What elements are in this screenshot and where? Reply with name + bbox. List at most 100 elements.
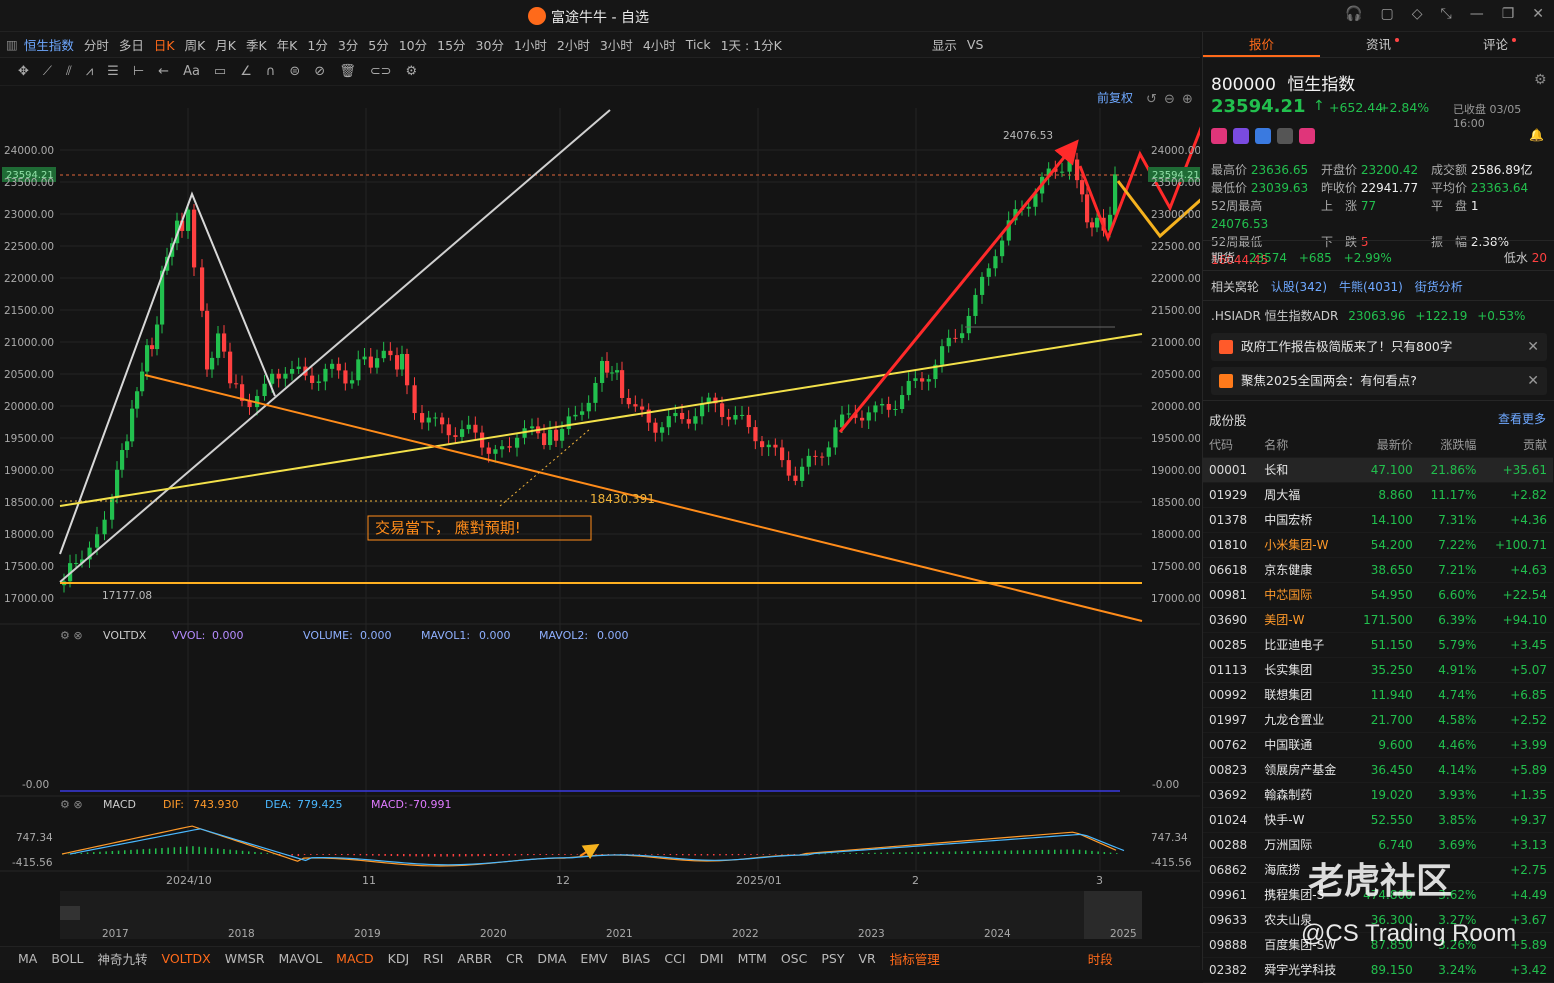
text-tool-icon[interactable]: Aa	[183, 64, 200, 79]
indicator-arbr[interactable]: ARBR	[457, 951, 492, 966]
news-banner-2[interactable]: 聚焦2025全国两会：有何看点? ✕	[1211, 367, 1547, 395]
range-tool-icon[interactable]: ⊢	[133, 64, 144, 79]
period-0[interactable]: 分时	[84, 35, 109, 54]
period-2[interactable]: 日K	[154, 35, 175, 54]
comment-tool-icon[interactable]: ▭	[214, 64, 226, 79]
futures-row[interactable]: 期货 23574 +685 +2.99% 低水 20	[1211, 249, 1551, 266]
indicator-mtm[interactable]: MTM	[738, 951, 767, 966]
mini-navigator[interactable]	[60, 891, 1142, 939]
close-icon[interactable]: ✕	[1527, 333, 1539, 361]
lightning-icon[interactable]	[1233, 128, 1249, 144]
magnet-icon[interactable]: ∩	[266, 64, 276, 79]
macd-settings-icon[interactable]: ⚙ ⊗	[60, 798, 83, 811]
indicator-cci[interactable]: CCI	[664, 951, 685, 966]
ruler-icon[interactable]: ∠	[240, 64, 252, 79]
indicator-macd[interactable]: MACD	[336, 951, 373, 966]
table-row[interactable]: 01113 长实集团 35.250 4.91% +5.07	[1203, 657, 1553, 683]
table-row[interactable]: 01929 周大福 8.860 11.17% +2.82	[1203, 482, 1553, 508]
col-contrib[interactable]: 贡献	[1482, 432, 1553, 458]
close-icon[interactable]: ✕	[1527, 367, 1539, 395]
sync-icon[interactable]: ⊜	[289, 64, 300, 79]
trash-icon[interactable]: 🗑	[339, 64, 356, 79]
flag-icon[interactable]	[1211, 128, 1227, 144]
period-9[interactable]: 5分	[368, 35, 388, 54]
indicator-osc[interactable]: OSC	[781, 951, 808, 966]
close-button[interactable]: ✕	[1532, 6, 1544, 22]
restore-label[interactable]: 前复权	[1097, 90, 1133, 105]
indicator-dmi[interactable]: DMI	[700, 951, 724, 966]
indicator-psy[interactable]: PSY	[821, 951, 844, 966]
minimize-button[interactable]: —	[1470, 6, 1484, 22]
period-5[interactable]: 季K	[246, 35, 267, 54]
fib-tool-icon[interactable]: ☰	[107, 64, 119, 79]
period-13[interactable]: 1小时	[514, 35, 547, 54]
table-row[interactable]: 03690 美团-W 171.500 6.39% +94.10	[1203, 607, 1553, 633]
settings-icon[interactable]: ⚙	[406, 64, 418, 79]
period-16[interactable]: 4小时	[643, 35, 676, 54]
table-row[interactable]: 00001 长和 47.100 21.86% +35.61	[1203, 457, 1553, 483]
table-row[interactable]: 01024 快手-W 52.550 3.85% +9.37	[1203, 807, 1553, 833]
macd-name[interactable]: MACD	[103, 798, 136, 811]
indicator-mavol[interactable]: MAVOL	[279, 951, 323, 966]
chart-area[interactable]: 交易當下， 應對預期! 18430.391 24076.53 17177.08 …	[0, 60, 1459, 946]
line-tool-icon[interactable]: ⟋	[43, 64, 52, 79]
col-change[interactable]: 涨跌幅	[1418, 432, 1483, 458]
indicator-dma[interactable]: DMA	[537, 951, 566, 966]
indicator-cr[interactable]: CR	[506, 951, 523, 966]
shrink-icon[interactable]: ⤡	[1441, 6, 1452, 22]
table-row[interactable]: 00823 领展房产基金 36.450 4.14% +5.89	[1203, 757, 1553, 783]
bag-icon[interactable]: ▢	[1380, 6, 1393, 22]
restore-button[interactable]: ❐	[1502, 6, 1515, 22]
period-3[interactable]: 周K	[185, 35, 206, 54]
col-price[interactable]: 最新价	[1350, 432, 1419, 458]
indicator-vr[interactable]: VR	[858, 951, 875, 966]
indicator-wmsr[interactable]: WMSR	[225, 951, 265, 966]
voltdx-name[interactable]: VOLTDX	[103, 629, 147, 642]
bulls-link[interactable]: 牛熊(4031)	[1339, 280, 1403, 294]
tag-icon[interactable]	[1255, 128, 1271, 144]
period-7[interactable]: 1分	[307, 35, 327, 54]
table-row[interactable]: 03692 翰森制药 19.020 3.93% +1.35	[1203, 782, 1553, 808]
time-share-button[interactable]: 时段	[1088, 949, 1113, 968]
index-name[interactable]: 恒生指数	[24, 35, 74, 54]
indicator-voltdx[interactable]: VOLTDX	[161, 951, 210, 966]
sidebar-toggle-icon[interactable]: ▥	[6, 37, 18, 52]
tab-news[interactable]: 资讯	[1320, 32, 1437, 57]
period-14[interactable]: 2小时	[557, 35, 590, 54]
table-row[interactable]: 01997 九龙仓置业 21.700 4.58% +2.52	[1203, 707, 1553, 733]
table-row[interactable]: 00992 联想集团 11.940 4.74% +6.85	[1203, 682, 1553, 708]
settings-icon[interactable]: ⚙	[1534, 72, 1547, 88]
period-12[interactable]: 30分	[476, 35, 504, 54]
period-11[interactable]: 15分	[437, 35, 465, 54]
see-more-link[interactable]: 查看更多	[1498, 410, 1546, 427]
table-row[interactable]: 06618 京东健康 38.650 7.21% +4.63	[1203, 557, 1553, 583]
link-icon[interactable]: ⊂⊃	[370, 64, 392, 79]
zoom-out-icon[interactable]: ⊖	[1164, 92, 1175, 107]
candlestick-chart[interactable]: 交易當下， 應對預期! 18430.391 24076.53 17177.08 …	[0, 60, 1459, 946]
period-6[interactable]: 年K	[277, 35, 298, 54]
street-link[interactable]: 街货分析	[1415, 280, 1463, 294]
note-icon[interactable]	[1277, 128, 1293, 144]
move-icon[interactable]: ✥	[18, 64, 29, 79]
indicator-manage-button[interactable]: 指标管理	[890, 949, 940, 968]
arrow-tool-icon[interactable]: ←	[158, 64, 169, 79]
period-4[interactable]: 月K	[215, 35, 236, 54]
indicator-ma[interactable]: MA	[18, 951, 37, 966]
vs-button[interactable]: VS	[967, 37, 984, 52]
period-15[interactable]: 3小时	[600, 35, 633, 54]
period-8[interactable]: 3分	[338, 35, 358, 54]
period-17[interactable]: Tick	[686, 37, 711, 52]
indicator-boll[interactable]: BOLL	[51, 951, 83, 966]
heart-icon[interactable]	[1299, 128, 1315, 144]
table-row[interactable]: 00981 中芯国际 54.950 6.60% +22.54	[1203, 582, 1553, 608]
wave-tool-icon[interactable]: ⩘	[86, 64, 93, 79]
period-1[interactable]: 多日	[119, 35, 144, 54]
headset-icon[interactable]: 🎧	[1345, 6, 1362, 22]
undo-icon[interactable]: ↺	[1146, 92, 1157, 107]
voltdx-settings-icon[interactable]: ⚙ ⊗	[60, 629, 83, 642]
col-code[interactable]: 代码	[1203, 432, 1259, 458]
shirt-icon[interactable]: ◇	[1412, 6, 1423, 22]
indicator-rsi[interactable]: RSI	[423, 951, 443, 966]
indicator-kdj[interactable]: KDJ	[388, 951, 410, 966]
range-select[interactable]: 1天 : 1分K	[721, 35, 782, 54]
